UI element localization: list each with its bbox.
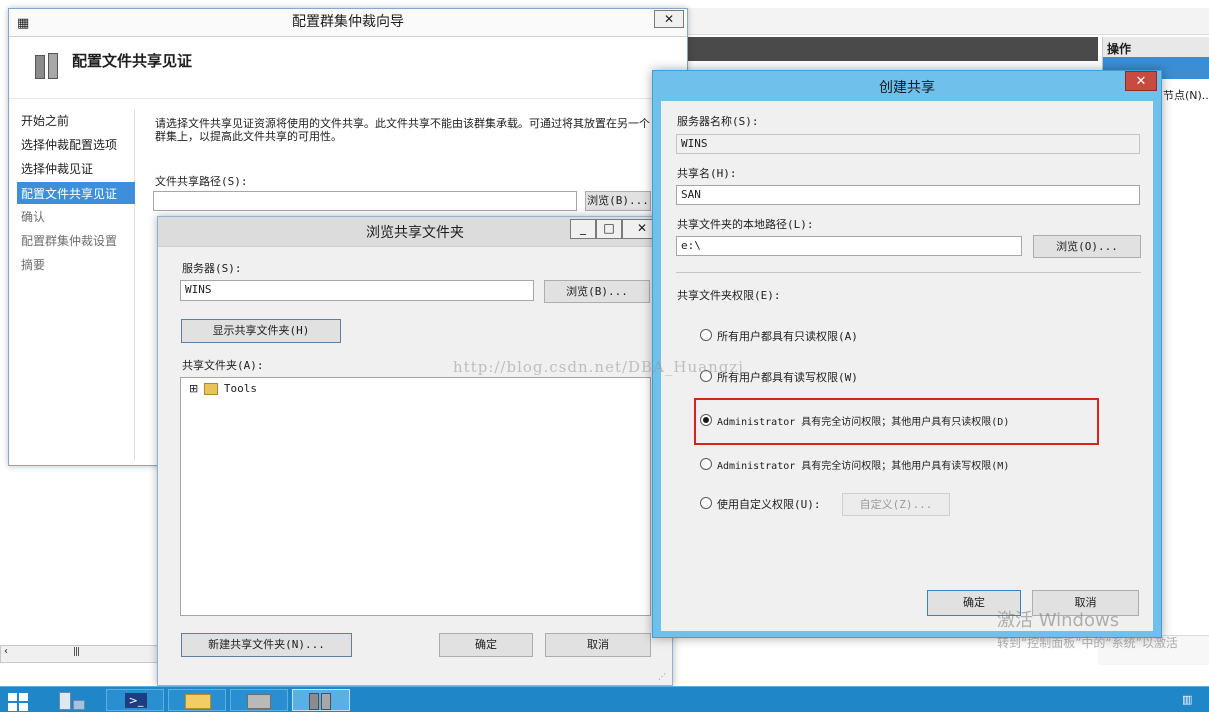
- background-top-strip: [686, 8, 1209, 35]
- browse-maximize-button[interactable]: □: [596, 219, 622, 239]
- scroll-thumb[interactable]: |||: [73, 647, 80, 657]
- actions-title: 操作: [1103, 37, 1209, 57]
- browse-minimize-button[interactable]: _: [570, 219, 596, 239]
- cluster-manager-icon[interactable]: [292, 689, 350, 711]
- browse-resize-grip[interactable]: ⋰: [658, 672, 666, 681]
- activate-windows-subtitle: 转到“控制面板”中的“系统”以激活: [997, 636, 1178, 650]
- create-title: 创建共享: [879, 80, 935, 96]
- custom-permissions-button: 自定义(Z)...: [842, 493, 950, 516]
- browse-server-input[interactable]: WINS: [180, 280, 534, 301]
- powershell-icon[interactable]: >_: [106, 689, 164, 711]
- wizard-browse-button[interactable]: 浏览(B)...: [585, 191, 651, 211]
- create-titlebar[interactable]: 创建共享 ✕: [653, 71, 1161, 99]
- activate-windows-title: 激活 Windows: [997, 610, 1120, 631]
- separator: [676, 272, 1141, 273]
- permission-radio-0[interactable]: [700, 329, 712, 341]
- wizard-header-area: 配置文件共享见证: [9, 37, 687, 99]
- actions-item[interactable]: 节点(N)...: [1163, 87, 1209, 103]
- wizard-nav-item-1[interactable]: 选择仲裁配置选项: [21, 136, 117, 153]
- local-path-label: 共享文件夹的本地路径(L):: [677, 218, 814, 231]
- tree-expand-icon[interactable]: ⊞: [189, 382, 198, 395]
- browse-titlebar[interactable]: 浏览共享文件夹 _ □ ✕: [158, 217, 672, 247]
- permission-label-0[interactable]: 所有用户都具有只读权限(A): [717, 328, 858, 344]
- browse-server-browse-button[interactable]: 浏览(B)...: [544, 280, 650, 303]
- wizard-nav-item-0[interactable]: 开始之前: [21, 112, 69, 129]
- left-scrollbar[interactable]: ‹ |||: [0, 645, 158, 663]
- wizard-header-icon: [31, 51, 63, 83]
- blog-watermark: http://blog.csdn.net/DBA_Huangzj: [453, 358, 744, 376]
- wizard-nav-item-3-active[interactable]: 配置文件共享见证: [17, 182, 135, 204]
- scroll-left-icon[interactable]: ‹: [4, 646, 8, 657]
- failover-cluster-icon[interactable]: [230, 689, 288, 711]
- wizard-close-button[interactable]: ✕: [654, 10, 684, 28]
- local-path-input[interactable]: e:\: [676, 236, 1022, 256]
- permission-radio-4[interactable]: [700, 497, 712, 509]
- server-name-label: 服务器名称(S):: [677, 115, 759, 128]
- share-name-label: 共享名(H):: [677, 167, 737, 180]
- local-path-browse-button[interactable]: 浏览(O)...: [1033, 235, 1141, 258]
- create-close-button[interactable]: ✕: [1125, 71, 1157, 91]
- wizard-nav-item-2[interactable]: 选择仲裁见证: [21, 160, 93, 177]
- wizard-path-label: 文件共享路径(S):: [155, 175, 248, 188]
- folder-icon: [204, 382, 219, 395]
- browse-server-label: 服务器(S):: [182, 262, 242, 275]
- wizard-path-input[interactable]: [153, 191, 577, 211]
- server-manager-icon[interactable]: [44, 689, 102, 711]
- permission-label-2[interactable]: Administrator 具有完全访问权限；其他用户具有只读权限(D): [717, 413, 1009, 428]
- wizard-titlebar[interactable]: ▦ 配置群集仲裁向导 ✕: [9, 9, 687, 37]
- permission-radio-2[interactable]: [700, 414, 712, 426]
- wizard-nav: 开始之前 选择仲裁配置选项 选择仲裁见证 配置文件共享见证 确认 配置群集仲裁设…: [17, 109, 135, 461]
- show-shares-button[interactable]: 显示共享文件夹(H): [181, 319, 341, 343]
- browse-title: 浏览共享文件夹: [366, 225, 464, 241]
- tray-network-icon[interactable]: ▥: [1182, 693, 1202, 709]
- taskbar: >_ ▥: [0, 686, 1209, 712]
- browse-cancel-button[interactable]: 取消: [545, 633, 651, 657]
- wizard-description: 请选择文件共享见证资源将使用的文件共享。此文件共享不能由该群集承载。可通过将其放…: [155, 117, 650, 143]
- permission-radio-3[interactable]: [700, 458, 712, 470]
- background-dark-header: [686, 37, 1098, 61]
- file-explorer-icon[interactable]: [168, 689, 226, 711]
- browse-shares-label: 共享文件夹(A):: [182, 359, 264, 372]
- create-share-dialog: 创建共享 ✕ 服务器名称(S): WINS 共享名(H): SAN 共享文件夹的…: [652, 70, 1162, 638]
- wizard-nav-item-6[interactable]: 摘要: [21, 256, 45, 273]
- wizard-nav-item-5[interactable]: 配置群集仲裁设置: [21, 232, 117, 249]
- share-name-input[interactable]: SAN: [676, 185, 1140, 205]
- wizard-header-title: 配置文件共享见证: [72, 52, 193, 70]
- permission-label-4[interactable]: 使用自定义权限(U):: [717, 496, 821, 512]
- server-name-input: WINS: [676, 134, 1140, 154]
- browse-ok-button[interactable]: 确定: [439, 633, 533, 657]
- new-share-button[interactable]: 新建共享文件夹(N)...: [181, 633, 352, 657]
- permissions-label: 共享文件夹权限(E):: [677, 289, 781, 302]
- wizard-nav-item-4[interactable]: 确认: [21, 208, 45, 225]
- wizard-nav-item-3-label: 配置文件共享见证: [21, 187, 118, 201]
- wizard-app-icon: ▦: [17, 16, 30, 31]
- tree-item-label: Tools: [223, 382, 257, 395]
- tree-item-tools[interactable]: ⊞ Tools: [189, 381, 257, 397]
- shares-tree[interactable]: ⊞ Tools: [180, 377, 651, 616]
- browse-dialog: 浏览共享文件夹 _ □ ✕ 服务器(S): WINS 浏览(B)... 显示共享…: [157, 216, 673, 686]
- windows-start-icon[interactable]: [8, 693, 30, 711]
- wizard-title: 配置群集仲裁向导: [292, 14, 404, 30]
- permission-label-3[interactable]: Administrator 具有完全访问权限；其他用户具有读写权限(M): [717, 457, 1009, 472]
